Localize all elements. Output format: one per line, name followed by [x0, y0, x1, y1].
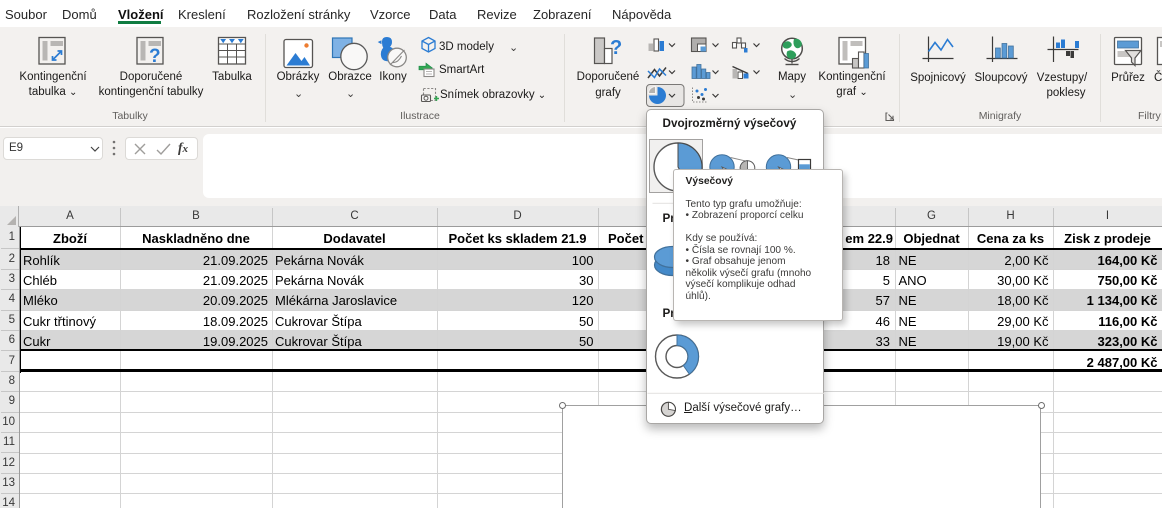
svg-text:?: ?	[610, 37, 622, 59]
svg-text:?: ?	[149, 46, 161, 67]
